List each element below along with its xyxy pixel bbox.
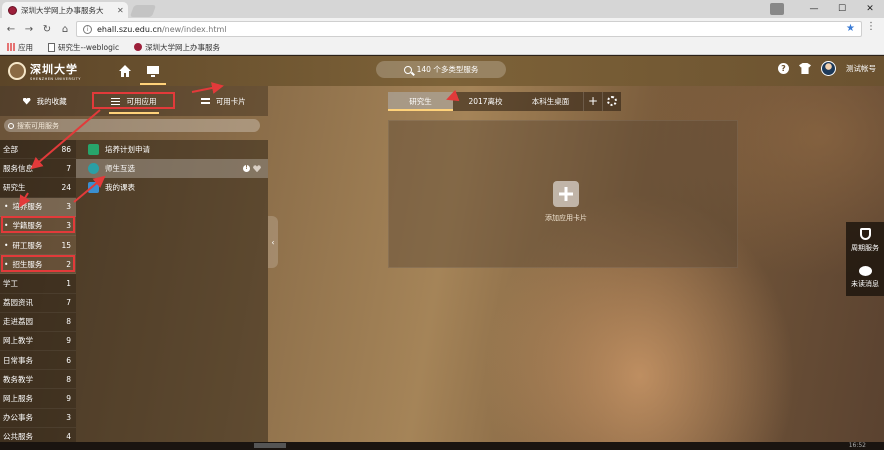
bookmarks-bar: 应用 研究生--weblogic 深圳大学网上办事服务 (0, 40, 884, 55)
active-nav-underline (140, 83, 166, 85)
app-item-timetable[interactable]: 我的课表 (76, 178, 268, 197)
card-icon (200, 98, 210, 104)
forward-icon[interactable]: → (22, 24, 36, 35)
ehall-page: 深圳大学 SHENZHEN UNIVERSITY 140 个多类型服务 ? 测试… (0, 56, 884, 450)
plus-icon (553, 181, 579, 207)
add-card-label: 添加应用卡片 (545, 214, 587, 222)
address-bar[interactable]: i ehall.szu.edu.cn/new/index.html ★ (76, 21, 862, 37)
tab-available-cards[interactable]: 可用卡片 (179, 86, 268, 116)
university-seal-icon (8, 62, 26, 80)
annotation-box-graduate (1, 216, 75, 233)
clock: 16:52 (848, 442, 866, 449)
add-card-button[interactable]: 添加应用卡片 (526, 181, 606, 223)
category-item[interactable]: 服务信息 7 (0, 159, 76, 179)
szu-favicon-icon (134, 43, 143, 51)
desktop-tabs: 研究生 2017离校 本科生桌面 + (388, 92, 621, 111)
category-item[interactable]: 研究生 24 (0, 178, 76, 198)
top-navigation: 深圳大学 SHENZHEN UNIVERSITY 140 个多类型服务 ? 测试… (0, 56, 884, 86)
floating-side-widget: 周期服务 未读消息 (846, 222, 884, 296)
category-item[interactable]: 走进荔园 8 (0, 313, 76, 332)
back-icon[interactable]: ← (4, 24, 18, 35)
app-item-training-plan[interactable]: 培养计划申请 (76, 140, 268, 159)
university-logo[interactable]: 深圳大学 SHENZHEN UNIVERSITY (8, 61, 81, 81)
subcategory-item[interactable]: 培养服务3 (0, 197, 76, 217)
shield-icon (859, 228, 871, 240)
annotation-box-apps-tab (92, 92, 175, 109)
people-app-icon (88, 163, 99, 175)
monitor-icon[interactable] (145, 63, 161, 79)
logo-english: SHENZHEN UNIVERSITY (30, 77, 81, 81)
url-text[interactable]: ehall.szu.edu.cn/new/index.html (97, 25, 227, 34)
bookmark-star-icon[interactable]: ★ (846, 23, 855, 34)
category-item[interactable]: 学工 1 (0, 274, 76, 294)
category-item[interactable]: 网上服务 9 (0, 389, 76, 409)
desktop-tab-leaving[interactable]: 2017离校 (453, 92, 518, 111)
skin-shirt-icon[interactable] (799, 63, 811, 74)
service-search-input[interactable]: 搜索可用服务 (4, 119, 260, 132)
desktop-settings-button[interactable] (602, 92, 621, 111)
close-window-button[interactable]: ✕ (856, 0, 884, 18)
document-app-icon (88, 144, 99, 156)
browser-menu-icon[interactable]: ⋮ (866, 21, 876, 32)
favorite-heart-icon[interactable] (253, 165, 261, 173)
browser-tab[interactable]: 深圳大学网上办事服务大 ✕ (2, 2, 128, 18)
status-bar: 16:52 (0, 442, 884, 450)
desktop-tab-graduate[interactable]: 研究生 (388, 92, 453, 111)
add-desktop-button[interactable]: + (583, 92, 602, 111)
username[interactable]: 测试帐号 (846, 63, 876, 74)
browser-toolbar: ← → ↻ ⌂ i ehall.szu.edu.cn/new/index.htm… (0, 18, 884, 40)
new-tab-button[interactable] (129, 5, 157, 17)
service-search[interactable]: 140 个多类型服务 (376, 61, 506, 78)
maximize-button[interactable]: ☐ (828, 0, 856, 18)
bookmark-apps[interactable]: 应用 (7, 42, 33, 53)
minimize-button[interactable]: — (800, 0, 828, 18)
site-info-icon[interactable]: i (83, 24, 92, 34)
logo-chinese: 深圳大学 (30, 63, 78, 76)
desktop-tab-undergrad[interactable]: 本科生桌面 (518, 92, 583, 111)
search-icon (8, 122, 14, 129)
heart-icon (22, 97, 31, 105)
home-browser-icon[interactable]: ⌂ (58, 24, 72, 35)
category-item[interactable]: 办公事务 3 (0, 409, 76, 428)
periodic-services-button[interactable]: 周期服务 (846, 222, 884, 259)
category-item[interactable]: 网上教学 9 (0, 332, 76, 352)
gear-icon (607, 96, 617, 106)
help-icon[interactable]: ? (778, 63, 789, 74)
user-nav: ? 测试帐号 (778, 61, 876, 76)
unread-messages-button[interactable]: 未读消息 (846, 259, 884, 296)
service-search-text: 140 个多类型服务 (416, 65, 479, 74)
tab-favorites[interactable]: 我的收藏 (0, 86, 89, 116)
category-item[interactable]: 全部 86 (0, 140, 76, 160)
calendar-app-icon (88, 182, 99, 194)
profile-icon[interactable] (770, 3, 784, 15)
browser-tabbar: 深圳大学网上办事服务大 ✕ — ☐ ✕ (0, 0, 884, 18)
app-list: 培养计划申请 师生互选! 我的课表 (76, 140, 268, 450)
avatar[interactable] (821, 61, 836, 76)
annotation-box-training (1, 255, 75, 272)
bookmark-weblogic[interactable]: 研究生--weblogic (48, 42, 119, 53)
info-icon[interactable]: ! (243, 165, 250, 173)
page-icon (48, 42, 55, 52)
card-area: 添加应用卡片 (388, 120, 738, 268)
szu-favicon-icon (8, 5, 17, 15)
collapse-panel-button[interactable]: ‹ (268, 216, 278, 268)
category-list: 全部86 服务信息7 研究生24 培养服务3 学籍服务3 研工服务15 招生服务… (0, 140, 76, 450)
search-icon (403, 65, 412, 74)
app-item-mutual-selection[interactable]: 师生互选! (76, 159, 268, 179)
horizontal-scrollbar[interactable] (254, 443, 286, 448)
tab-close-icon[interactable]: ✕ (117, 6, 124, 15)
bookmark-szu[interactable]: 深圳大学网上办事服务 (134, 42, 220, 53)
home-icon[interactable] (117, 63, 133, 79)
window-controls: — ☐ ✕ (770, 0, 884, 18)
subcategory-item[interactable]: 研工服务15 (0, 235, 76, 256)
reload-icon[interactable]: ↻ (40, 24, 54, 35)
category-item[interactable]: 荔园资讯 7 (0, 294, 76, 313)
apps-grid-icon (7, 43, 15, 51)
tab-title: 深圳大学网上办事服务大 (21, 5, 104, 15)
category-item[interactable]: 教务教学 8 (0, 370, 76, 390)
chat-icon (858, 266, 872, 276)
category-item[interactable]: 日常事务 6 (0, 351, 76, 371)
